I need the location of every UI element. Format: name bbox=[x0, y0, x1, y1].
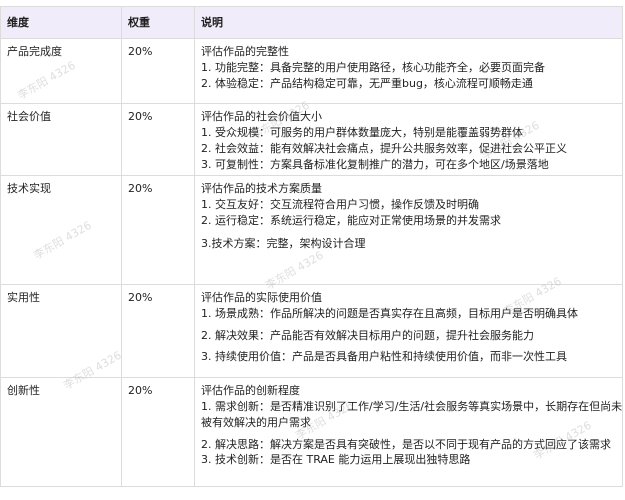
dimension-cell: 社会价值 bbox=[0, 103, 122, 176]
table-header-row: 维度 权重 说明 bbox=[0, 6, 623, 39]
description-line: 评估作品的实际使用价值 bbox=[201, 291, 322, 304]
description-line: 3. 持续使用价值：产品是否具备用户粘性和持续使用价值，而非一次性工具 bbox=[201, 350, 567, 363]
header-weight: 权重 bbox=[121, 6, 195, 39]
description-line: 3. 技术创新：是否在 TRAE 能力运用上展现出独特思路 bbox=[201, 453, 471, 466]
header-dimension: 维度 bbox=[0, 6, 122, 39]
description-line: 2. 社会效益：能有效解决社会痛点，提升公共服务效率，促进社会公平正义 bbox=[201, 142, 567, 155]
description-cell: 评估作品的创新程度 1. 需求创新：是否精准识别了工作/学习/生活/社会服务等真… bbox=[194, 377, 623, 487]
weight-cell: 20% bbox=[121, 377, 195, 487]
description-cell: 评估作品的实际使用价值 1. 场景成熟：作品所解决的问题是否真实存在且高频，目标… bbox=[194, 284, 623, 378]
table-row: 技术实现 20% 评估作品的技术方案质量 1. 交互友好：交互流程符合用户习惯，… bbox=[0, 175, 623, 285]
description-cell: 评估作品的技术方案质量 1. 交互友好：交互流程符合用户习惯，操作反馈及时明确 … bbox=[194, 175, 623, 285]
table-row: 社会价值 20% 评估作品的社会价值大小 1. 受众规模：可服务的用户群体数量庞… bbox=[0, 103, 623, 176]
description-line: 评估作品的社会价值大小 bbox=[201, 110, 322, 123]
description-cell: 评估作品的社会价值大小 1. 受众规模：可服务的用户群体数量庞大，特别是能覆盖弱… bbox=[194, 103, 623, 176]
description-line: 评估作品的技术方案质量 bbox=[201, 182, 322, 195]
description-line: 2. 运行稳定：系统运行稳定，能应对正常使用场景的并发需求 bbox=[201, 214, 501, 227]
description-line: 1. 需求创新：是否精准识别了工作/学习/生活/社会服务等真实场景中，长期存在但… bbox=[201, 400, 623, 413]
weight-cell: 20% bbox=[121, 284, 195, 378]
weight-cell: 20% bbox=[121, 38, 195, 104]
description-line: 1. 场景成熟：作品所解决的问题是否真实存在且高频，目标用户是否明确具体 bbox=[201, 307, 578, 320]
dimension-cell: 技术实现 bbox=[0, 175, 122, 285]
description-line: 2. 解决思路：解决方案是否具有突破性，是否以不同于现有产品的方式回应了该需求 bbox=[201, 438, 611, 451]
description-line: 1. 功能完整：具备完整的用户使用路径，核心功能齐全，必要页面完备 bbox=[201, 61, 545, 74]
description-line: 3. 可复制性：方案具备标准化复制推广的潜力，可在多个地区/场景落地 bbox=[201, 158, 549, 171]
description-line: 1. 受众规模：可服务的用户群体数量庞大，特别是能覆盖弱势群体 bbox=[201, 126, 523, 139]
weight-cell: 20% bbox=[121, 103, 195, 176]
dimension-cell: 实用性 bbox=[0, 284, 122, 378]
dimension-cell: 创新性 bbox=[0, 377, 122, 487]
description-line: 2. 解决效果：产品能否有效解决目标用户的问题，提升社会服务能力 bbox=[201, 329, 534, 342]
dimension-cell: 产品完成度 bbox=[0, 38, 122, 104]
criteria-table-wrapper: 维度 权重 说明 产品完成度 20% 评估作品的完整性 1. 功能完整：具备完整… bbox=[0, 6, 625, 487]
weight-cell: 20% bbox=[121, 175, 195, 285]
description-line: 3.技术方案：完整，架构设计合理 bbox=[201, 237, 366, 250]
description-line: 2. 体验稳定：产品结构稳定可靠，无严重bug，核心流程可顺畅走通 bbox=[201, 77, 533, 90]
description-line: 评估作品的创新程度 bbox=[201, 384, 300, 397]
description-line: 评估作品的完整性 bbox=[201, 45, 289, 58]
header-description: 说明 bbox=[194, 6, 623, 39]
table-row: 产品完成度 20% 评估作品的完整性 1. 功能完整：具备完整的用户使用路径，核… bbox=[0, 38, 623, 104]
table-row: 实用性 20% 评估作品的实际使用价值 1. 场景成熟：作品所解决的问题是否真实… bbox=[0, 284, 623, 378]
criteria-table: 维度 权重 说明 产品完成度 20% 评估作品的完整性 1. 功能完整：具备完整… bbox=[0, 6, 623, 487]
description-line: 被有效解决的用户需求 bbox=[201, 416, 311, 429]
description-line: 1. 交互友好：交互流程符合用户习惯，操作反馈及时明确 bbox=[201, 198, 479, 211]
description-cell: 评估作品的完整性 1. 功能完整：具备完整的用户使用路径，核心功能齐全，必要页面… bbox=[194, 38, 623, 104]
table-row: 创新性 20% 评估作品的创新程度 1. 需求创新：是否精准识别了工作/学习/生… bbox=[0, 377, 623, 487]
